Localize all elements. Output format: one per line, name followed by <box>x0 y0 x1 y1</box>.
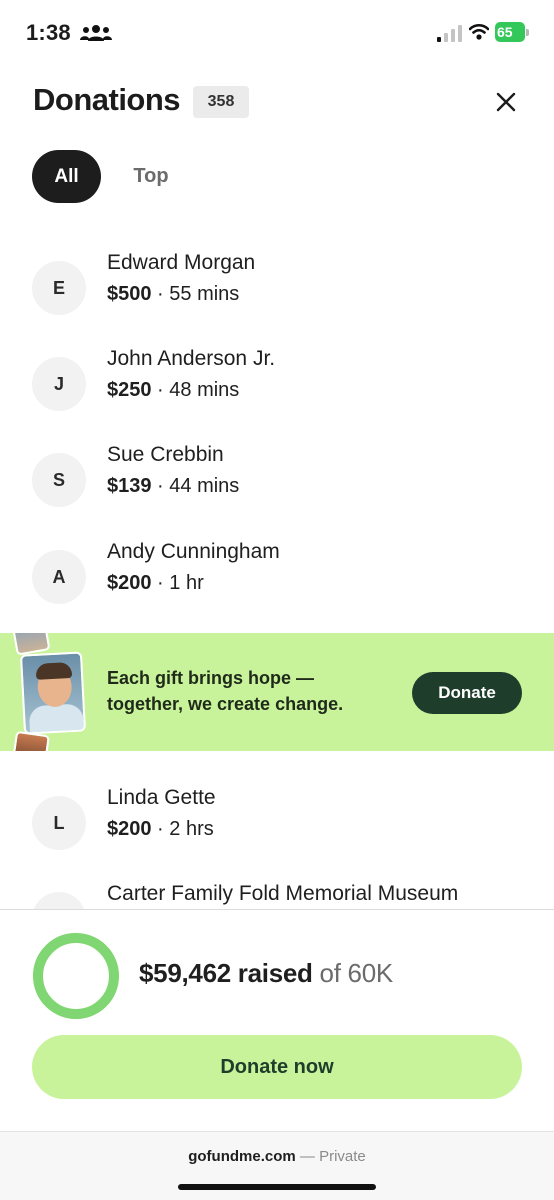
people-icon <box>80 25 112 41</box>
avatar: J <box>32 357 86 411</box>
photo-shirt <box>28 703 85 735</box>
donation-meta: $200 · 2 hrs <box>107 818 214 841</box>
donor-name: Linda Gette <box>107 786 216 809</box>
status-bar: 1:38 65 <box>0 0 554 66</box>
battery-level: 65 <box>497 24 513 40</box>
list-item: E Edward Morgan $500 · 55 mins <box>0 251 554 331</box>
goal-amount: of 60K <box>312 958 394 988</box>
donor-name: Sue Crebbin <box>107 443 224 466</box>
list-item: J John Anderson Jr. $250 · 48 mins <box>0 347 554 427</box>
donation-time: · 44 mins <box>151 475 240 497</box>
donation-meta: $200 · 1 hr <box>107 572 204 595</box>
browser-footer: gofundme.com — Private <box>0 1131 554 1200</box>
donation-meta: $500 · 55 mins <box>107 283 239 306</box>
promo-line-1: Each gift brings hope — <box>107 668 315 688</box>
donor-name: John Anderson Jr. <box>107 347 276 370</box>
fundraiser-progress-panel: $59,462 raised of 60K Donate now <box>0 909 554 1131</box>
close-icon[interactable] <box>490 86 522 118</box>
list-item: L Linda Gette $200 · 2 hrs <box>0 786 554 866</box>
donation-amount: $500 <box>107 283 152 305</box>
donor-name: Carter Family Fold Memorial Museum <box>107 882 459 905</box>
battery-body: 65 <box>495 22 525 42</box>
browser-url[interactable]: gofundme.com — Private <box>0 1148 554 1165</box>
donation-time: · 1 hr <box>151 572 204 594</box>
donation-amount: $139 <box>107 475 152 497</box>
progress-ring <box>33 933 119 1019</box>
battery-icon: 65 <box>495 22 529 42</box>
avatar: E <box>32 261 86 315</box>
donor-name: Andy Cunningham <box>107 540 280 563</box>
photo-hair <box>35 661 73 680</box>
donation-amount: $200 <box>107 572 152 594</box>
donate-now-button[interactable]: Donate now <box>32 1035 522 1099</box>
browser-domain: gofundme.com <box>188 1148 296 1165</box>
list-item: S Sue Crebbin $139 · 44 mins <box>0 443 554 523</box>
browsing-mode: — Private <box>295 1148 366 1165</box>
list-item: A Andy Cunningham $200 · 1 hr <box>0 540 554 620</box>
tab-all[interactable]: All <box>32 150 101 203</box>
page-title: Donations <box>33 82 181 117</box>
progress-fill <box>33 933 119 1019</box>
donation-amount: $200 <box>107 818 152 840</box>
donation-time: · 55 mins <box>151 283 240 305</box>
donation-amount: $250 <box>107 379 152 401</box>
avatar: L <box>32 796 86 850</box>
wifi-icon <box>469 23 489 40</box>
promo-line-2: together, we create change. <box>107 694 344 714</box>
photo-thumbnail <box>11 633 51 656</box>
donor-name: Edward Morgan <box>107 251 256 274</box>
tab-top[interactable]: Top <box>116 150 186 203</box>
donation-time: · 2 hrs <box>151 818 214 840</box>
donation-meta: $250 · 48 mins <box>107 379 239 402</box>
promo-banner: Each gift brings hope — together, we cre… <box>0 633 554 751</box>
donation-meta: $139 · 44 mins <box>107 475 239 498</box>
child-photo <box>19 651 87 735</box>
donation-count-badge: 358 <box>193 86 249 118</box>
signal-icon <box>437 25 462 42</box>
donation-time: · 48 mins <box>151 379 240 401</box>
raised-amount: $59,462 raised <box>139 958 313 988</box>
promo-message: Each gift brings hope — together, we cre… <box>107 665 397 717</box>
battery-cap <box>526 29 529 36</box>
status-time: 1:38 <box>26 20 71 45</box>
raised-summary: $59,462 raised of 60K <box>139 958 393 989</box>
avatar: S <box>32 453 86 507</box>
photo-thumbnail <box>12 730 50 751</box>
promo-donate-button[interactable]: Donate <box>412 672 522 714</box>
home-indicator <box>178 1184 376 1190</box>
avatar: A <box>32 550 86 604</box>
